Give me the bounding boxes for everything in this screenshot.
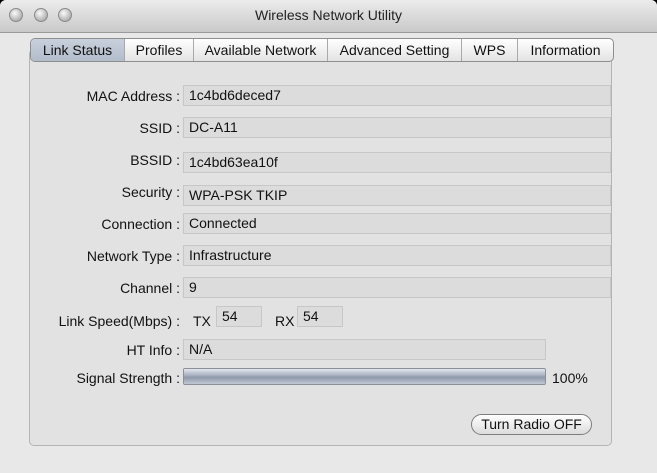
tab-link-status[interactable]: Link Status <box>31 39 125 61</box>
app-window: Wireless Network Utility Link Status Pro… <box>0 0 657 473</box>
ssid-value: DC-A11 <box>183 117 611 138</box>
tab-bar: Link Status Profiles Available Network A… <box>30 38 614 62</box>
mac-address-label: MAC Address : <box>86 88 180 104</box>
ht-info-label: HT Info : <box>126 342 180 358</box>
title-bar: Wireless Network Utility <box>0 0 657 33</box>
rx-speed-value: 54 <box>297 306 343 327</box>
bssid-label: BSSID : <box>130 152 180 168</box>
turn-radio-off-button[interactable]: Turn Radio OFF <box>471 414 592 435</box>
signal-strength-fill <box>184 369 545 384</box>
rx-label: RX <box>275 313 295 329</box>
security-value: WPA-PSK TKIP <box>183 185 611 206</box>
connection-label: Connection : <box>101 216 180 232</box>
tx-label: TX <box>193 313 211 329</box>
network-type-label: Network Type : <box>86 248 180 264</box>
tab-profiles[interactable]: Profiles <box>125 39 194 61</box>
tab-wps[interactable]: WPS <box>462 39 518 61</box>
signal-strength-bar <box>183 368 546 385</box>
connection-value: Connected <box>183 213 611 234</box>
channel-value: 9 <box>183 277 611 298</box>
mac-address-value: 1c4bd6deced7 <box>183 85 611 106</box>
network-type-value: Infrastructure <box>183 245 611 266</box>
tab-advanced-setting[interactable]: Advanced Setting <box>328 39 462 61</box>
bssid-value: 1c4bd63ea10f <box>183 152 611 173</box>
tab-information[interactable]: Information <box>518 39 613 61</box>
channel-label: Channel : <box>120 280 180 296</box>
window-title: Wireless Network Utility <box>254 7 402 23</box>
security-label: Security : <box>121 184 180 200</box>
ht-info-value: N/A <box>183 339 546 360</box>
signal-strength-label: Signal Strength : <box>76 370 180 386</box>
tab-available-network[interactable]: Available Network <box>194 39 328 61</box>
ssid-label: SSID : <box>139 120 180 136</box>
signal-strength-percent: 100% <box>552 370 588 386</box>
tx-speed-value: 54 <box>216 306 262 327</box>
link-speed-label: Link Speed(Mbps) : <box>58 313 180 329</box>
